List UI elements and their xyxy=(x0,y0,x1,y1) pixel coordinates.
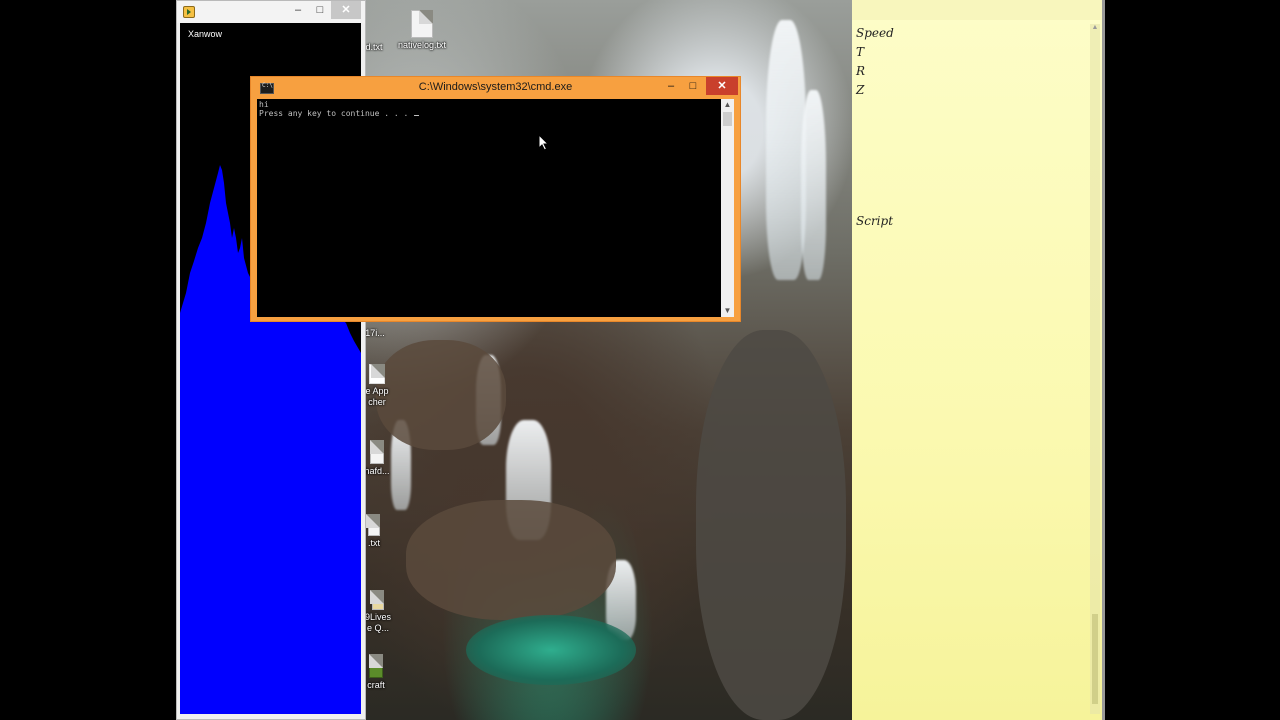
desktop-icon-label: .txt xyxy=(367,538,380,548)
desktop-screen: nativelog.txt d.txt 17i... e App cher ha… xyxy=(0,0,1280,720)
waterfall-side xyxy=(801,90,826,280)
scroll-up-icon[interactable]: ▲ xyxy=(721,99,734,111)
desktop-icon-label: d.txt xyxy=(365,42,383,52)
sticky-note-scrollbar[interactable]: ▲ xyxy=(1090,24,1100,714)
desktop-icon-nativelog[interactable]: nativelog.txt xyxy=(394,10,450,51)
maximize-button[interactable]: □ xyxy=(682,77,704,95)
desktop-icon-app-launcher[interactable]: e App cher xyxy=(364,364,390,408)
minimize-button[interactable]: – xyxy=(287,1,309,19)
maximize-button[interactable]: □ xyxy=(309,1,331,19)
console-text: hi Press any key to continue . . . xyxy=(259,100,420,118)
minimize-button[interactable]: – xyxy=(660,77,682,95)
sticky-note-line: T xyxy=(856,45,865,59)
rock-outcrop-1 xyxy=(376,340,506,450)
scroll-down-icon[interactable]: ▼ xyxy=(721,305,734,317)
scrollbar-thumb[interactable] xyxy=(1092,614,1098,704)
desktop-icon-label: e App xyxy=(365,386,389,396)
console-output-area[interactable]: hi Press any key to continue . . . ▲ ▼ xyxy=(257,99,734,317)
folder-icon xyxy=(370,590,384,610)
sticky-note-line: Z xyxy=(856,83,865,97)
sticky-note-line: R xyxy=(856,64,866,78)
vertical-scrollbar[interactable]: ▲ ▼ xyxy=(721,99,734,317)
text-file-icon xyxy=(370,440,384,464)
desktop-icon-label: nativelog.txt xyxy=(397,40,447,50)
cmd-window[interactable]: C:\Windows\system32\cmd.exe – □ ✕ hi Pre… xyxy=(250,76,741,322)
desktop-icon-label: craft xyxy=(367,680,385,690)
cmd-titlebar[interactable]: C:\Windows\system32\cmd.exe – □ ✕ xyxy=(251,77,740,99)
close-button[interactable]: ✕ xyxy=(706,77,738,95)
rock-outcrop-2 xyxy=(406,500,616,620)
app-icon xyxy=(183,6,195,18)
desktop-icon-9lives[interactable]: 9Lives e Q... xyxy=(364,590,392,634)
sticky-note-line: Speed xyxy=(856,26,894,40)
cliff-right xyxy=(696,330,846,720)
text-cursor xyxy=(414,115,420,116)
desktop-icon-minecraft[interactable]: craft xyxy=(364,654,388,691)
scrollbar-thumb[interactable] xyxy=(723,112,732,126)
mouse-pointer-icon xyxy=(538,134,550,151)
sticky-note-titlebar[interactable] xyxy=(852,0,1102,20)
waterfall-large xyxy=(766,20,806,280)
app-launcher-icon xyxy=(369,364,385,384)
desktop-icon-hafd[interactable]: hafd... xyxy=(364,440,390,477)
window-edge xyxy=(1102,0,1105,720)
console-line: hi xyxy=(259,100,269,109)
desktop-icon-label: hafd... xyxy=(364,466,390,476)
desktop-icon-txt[interactable]: .txt xyxy=(364,514,384,549)
console-line: Press any key to continue . . . xyxy=(259,109,414,118)
text-file-icon xyxy=(366,514,380,536)
scroll-up-icon[interactable]: ▲ xyxy=(1090,24,1100,31)
desktop-icon-label: 9Lives xyxy=(364,612,391,622)
desktop-icon-label: cher xyxy=(368,397,386,407)
sticky-note[interactable]: Speed T R Z Script ▲ xyxy=(852,0,1102,720)
text-file-icon xyxy=(411,10,433,38)
desktop-icon-label: e Q... xyxy=(366,623,389,633)
xanwow-titlebar[interactable]: – □ ✕ xyxy=(177,1,365,23)
close-button[interactable]: ✕ xyxy=(331,1,361,19)
green-pool xyxy=(466,615,636,685)
minecraft-icon xyxy=(369,654,383,678)
desktop-icon-label: 17i... xyxy=(365,328,385,338)
sticky-note-line: Script xyxy=(856,214,894,228)
